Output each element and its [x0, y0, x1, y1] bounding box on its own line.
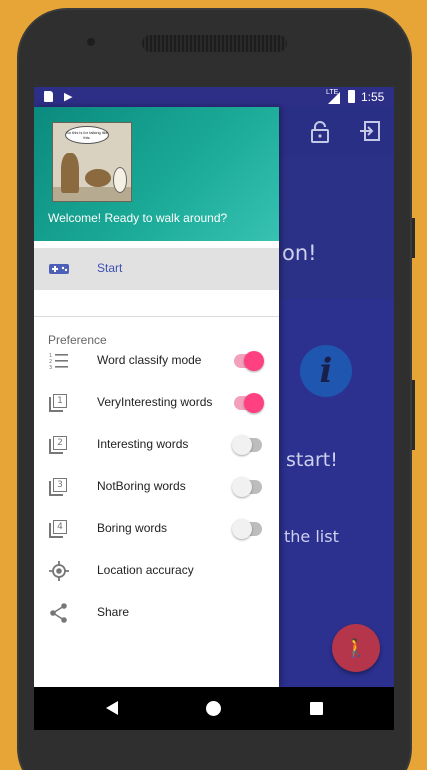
- cartoon-speech-bubble: So this is for talking like this.: [65, 126, 109, 144]
- filter-2-icon: 2: [49, 436, 67, 454]
- unlock-icon[interactable]: [310, 121, 330, 149]
- drawer-item-label: Start: [97, 261, 123, 275]
- drawer-item-label: Share: [97, 605, 130, 619]
- clock: 1:55: [361, 90, 385, 104]
- gamepad-icon: [48, 258, 70, 280]
- divider: [34, 316, 279, 317]
- boring-toggle[interactable]: [232, 519, 262, 539]
- drawer-item-boring-words[interactable]: 4 Boring words: [34, 508, 279, 550]
- drawer-item-label: VeryInteresting words: [97, 395, 213, 409]
- info-icon[interactable]: i: [300, 345, 352, 397]
- drawer-item-share[interactable]: Share: [34, 592, 279, 634]
- numbered-list-icon: 123: [48, 350, 70, 372]
- play-store-icon: ▶: [64, 91, 73, 103]
- list-hint: the list: [284, 527, 339, 546]
- start-hint: start!: [286, 449, 338, 471]
- filter-1-icon: 1: [49, 394, 67, 412]
- status-bar: ▶ LTE 1:55: [34, 87, 394, 107]
- signal-icon: [328, 92, 340, 104]
- interesting-toggle[interactable]: [232, 435, 262, 455]
- svg-text:3: 3: [49, 365, 52, 371]
- gps-icon: [48, 560, 70, 582]
- drawer-item-interesting-words[interactable]: 2 Interesting words: [34, 424, 279, 466]
- notboring-toggle[interactable]: [232, 477, 262, 497]
- battery-icon: [348, 90, 355, 103]
- drawer-item-notboring-words[interactable]: 3 NotBoring words: [34, 466, 279, 508]
- navigation-drawer: So this is for talking like this. Welcom…: [34, 107, 279, 687]
- earpiece-speaker: [142, 35, 287, 52]
- drawer-item-location-accuracy[interactable]: Location accuracy: [34, 550, 279, 592]
- drawer-item-label: Interesting words: [97, 437, 189, 451]
- front-camera: [87, 38, 95, 46]
- word-classify-toggle[interactable]: [234, 351, 264, 371]
- drawer-item-word-classify-mode[interactable]: 123 Word classify mode: [34, 340, 279, 382]
- home-icon[interactable]: [206, 701, 221, 716]
- walking-icon: 🚶: [344, 638, 368, 658]
- share-icon: [48, 602, 70, 624]
- back-icon[interactable]: [106, 701, 118, 715]
- drawer-item-start[interactable]: Start: [34, 248, 279, 290]
- header-cartoon-image: So this is for talking like this.: [52, 122, 132, 202]
- very-interesting-toggle[interactable]: [234, 393, 264, 413]
- sd-card-icon: [44, 91, 53, 102]
- banner-title: on!: [282, 241, 317, 265]
- volume-button: [412, 218, 415, 258]
- device-screen: ▶ LTE 1:55 on! start! the list i 🚶 So th…: [34, 87, 394, 730]
- drawer-item-label: Boring words: [97, 521, 168, 535]
- drawer-item-very-interesting-words[interactable]: 1 VeryInteresting words: [34, 382, 279, 424]
- filter-4-icon: 4: [49, 520, 67, 538]
- drawer-item-label: Word classify mode: [97, 353, 202, 367]
- filter-3-icon: 3: [49, 478, 67, 496]
- exit-icon[interactable]: [359, 121, 381, 147]
- power-button: [412, 380, 415, 450]
- drawer-item-label: NotBoring words: [97, 479, 186, 493]
- welcome-message: Welcome! Ready to walk around?: [48, 211, 228, 225]
- system-navigation-bar: [34, 687, 394, 730]
- drawer-item-label: Location accuracy: [97, 563, 194, 577]
- walk-fab-button[interactable]: 🚶: [332, 624, 380, 672]
- drawer-header: So this is for talking like this. Welcom…: [34, 107, 279, 241]
- recent-apps-icon[interactable]: [310, 702, 323, 715]
